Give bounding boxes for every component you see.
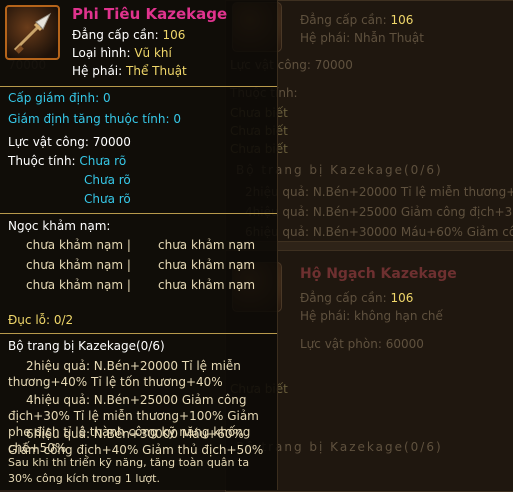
ghost-item2-def: Lực vật phòn: 60000 (300, 337, 424, 351)
ghost-item2-name: Hộ Ngạch Kazekage (300, 266, 457, 282)
ghost-set-row-1: 2hiệu quả: N.Bén+20000 Tỉ lệ miễn thương… (245, 185, 513, 199)
ghost-faction: Hệ phái: Nhẫn Thuật (300, 31, 424, 45)
divider (0, 213, 277, 214)
ghost-set-row-2: 4hiệu quả: N.Bén+25000 Giảm công địch+30 (245, 205, 513, 219)
gem-slot: chưa khảm nạm | (26, 278, 131, 292)
gem-slot: chưa khảm nạm | (26, 238, 131, 252)
socket-count: Đục lỗ: 0/2 (8, 313, 74, 327)
gem-slot: chưa khảm nạm (158, 238, 256, 252)
required-level: Đẳng cấp cần: 106 (72, 28, 186, 42)
appraisal-attr-bonus: Giám định tăng thuộc tính: 0 (8, 112, 181, 126)
attributes: Thuộc tính: Chưa rõ (8, 154, 127, 168)
gem-slot: chưa khảm nạm | (26, 258, 131, 272)
kunai-icon (5, 5, 60, 60)
set-bonus-6: 6hiệu quả: N.Bén+30000 Máu+60% Giảm công… (8, 427, 264, 457)
attribute-value: Chưa rõ (84, 173, 131, 187)
set-skill-effect: Sau khi thi triển kỹ năng, tăng toàn quâ… (8, 456, 250, 485)
gem-slots-label: Ngọc khảm nạm: (8, 219, 111, 233)
gem-slot: chưa khảm nạm (158, 278, 256, 292)
ghost-level: Đẳng cấp cần: 106 (300, 13, 414, 27)
appraisal-level: Cấp giám định: 0 (8, 91, 111, 105)
set-bonus-2: 2hiệu quả: N.Bén+20000 Tỉ lệ miễn thương… (8, 359, 241, 389)
item-faction: Hệ phái: Thể Thuật (72, 64, 187, 78)
physical-power: Lực vật công: 70000 (8, 135, 131, 149)
set-title: Bộ trang bị Kazekage(0/6) (8, 339, 165, 353)
attribute-value: Chưa rõ (84, 192, 131, 206)
item-type: Loại hình: Vũ khí (72, 46, 172, 60)
ghost-set-row-3: 6hiệu quả: N.Bén+30000 Máu+60% Giảm công (245, 225, 513, 239)
divider (0, 333, 277, 334)
ghost-item2-faction: Hệ phái: không hạn chế (300, 309, 443, 323)
divider (0, 86, 277, 87)
item-tooltip: Phi Tiêu Kazekage Đẳng cấp cần: 106 Loại… (0, 0, 278, 490)
ghost-item2-level: Đẳng cấp cần: 106 (300, 291, 414, 305)
gem-slot: chưa khảm nạm (158, 258, 256, 272)
item-name: Phi Tiêu Kazekage (72, 5, 228, 23)
